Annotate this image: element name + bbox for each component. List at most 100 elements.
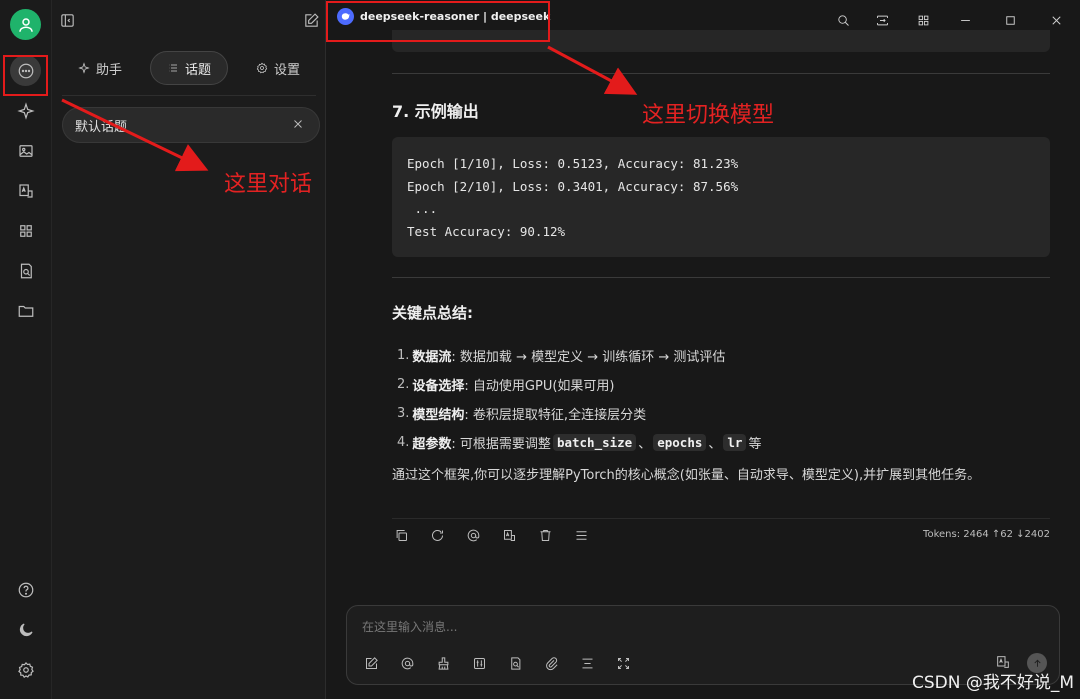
inline-code: epochs [653, 434, 707, 451]
layout-button[interactable] [871, 9, 893, 31]
sidebar-item-chat[interactable] [10, 55, 41, 86]
section-heading: 7. 示例输出 [392, 102, 479, 121]
search-button[interactable] [832, 9, 854, 31]
layout-icon [582, 658, 592, 668]
at-icon [467, 529, 479, 541]
tab-assistant[interactable]: 助手 [62, 51, 138, 85]
gear-icon [256, 62, 268, 74]
sidebar-item-translate[interactable] [10, 175, 41, 206]
new-topic-button[interactable] [300, 9, 322, 31]
help-icon [18, 582, 33, 597]
minimize-icon [960, 19, 970, 21]
tab-label: 设置 [273, 62, 300, 78]
token-count: Tokens: 2464 ↑62 ↓2402 [923, 529, 1050, 540]
regenerate-button[interactable] [428, 526, 446, 544]
app-window: 助手 话题 设置 默认话题 deepseek-reasoner | deepse… [0, 0, 1080, 699]
tab-topics[interactable]: 话题 [149, 51, 228, 85]
refresh-icon [431, 529, 443, 541]
arrow-up-icon [1033, 659, 1041, 667]
summary-list: 1. 数据流 : 数据加载 → 模型定义 → 训练循环 → 测试评估 2. 设备… [397, 341, 1047, 457]
topic-title: 默认话题 [75, 119, 128, 135]
user-avatar[interactable] [10, 9, 41, 40]
image-icon [18, 144, 33, 157]
knowledge-base-button[interactable] [506, 654, 524, 672]
maximize-button[interactable] [999, 9, 1021, 31]
search-icon [837, 14, 849, 26]
summary-heading: 关键点总结: [392, 304, 473, 322]
code-line: Epoch [2/10], Loss: 0.3401, Accuracy: 87… [407, 178, 739, 194]
translate-icon [503, 529, 515, 541]
divider [392, 518, 1050, 519]
sidebar-collapse-icon [60, 13, 74, 27]
sliders-icon [473, 657, 485, 669]
divider [392, 277, 1050, 278]
layout-icon [876, 15, 888, 25]
menu-icon [576, 530, 586, 540]
mention-button[interactable] [464, 526, 482, 544]
model-selector[interactable]: deepseek-reasoner | deepseek [337, 8, 550, 25]
sidebar-item-image[interactable] [10, 135, 41, 166]
doc-search-icon [510, 656, 520, 670]
topic-panel: 助手 话题 设置 默认话题 [52, 0, 326, 699]
tab-settings[interactable]: 设置 [240, 51, 316, 85]
delete-topic-button[interactable] [291, 117, 307, 133]
minimize-button[interactable] [954, 9, 976, 31]
close-window-button[interactable] [1045, 9, 1067, 31]
delete-button[interactable] [536, 526, 554, 544]
list-item: 1. 数据流 : 数据加载 → 模型定义 → 训练循环 → 测试评估 [397, 348, 726, 365]
code-line: Test Accuracy: 90.12% [407, 224, 566, 240]
help-button[interactable] [10, 574, 41, 605]
clear-context-button[interactable] [434, 654, 452, 672]
sidebar-item-apps[interactable] [10, 215, 41, 246]
watermark: CSDN @我不好说_M [911, 673, 1074, 693]
expand-icon [617, 657, 629, 669]
list-item: 4. 超参数 : 可根据需要调整 batch_size 、 epochs 、 l… [397, 434, 762, 452]
trash-icon [540, 529, 550, 541]
fullscreen-button[interactable] [614, 654, 632, 672]
divider [62, 95, 316, 96]
list-item: 2. 设备选择 : 自动使用GPU(如果可用) [397, 377, 615, 394]
settings-button[interactable] [10, 654, 41, 685]
attach-button[interactable] [542, 654, 560, 672]
grid-icon [918, 15, 928, 25]
broom-icon [438, 656, 448, 670]
copy-icon [396, 529, 407, 541]
message-input[interactable]: 在这里输入消息... [362, 618, 457, 635]
close-icon [294, 120, 302, 128]
at-icon [401, 657, 413, 669]
topic-item-default[interactable]: 默认话题 [62, 107, 320, 143]
sidebar-item-files[interactable] [10, 295, 41, 326]
inline-code: batch_size [552, 434, 637, 451]
sidebar-item-assistant[interactable] [10, 95, 41, 126]
mention-model-button[interactable] [398, 654, 416, 672]
user-icon [18, 17, 33, 32]
composer-toolbar [362, 654, 632, 672]
doc-search-icon [20, 263, 32, 278]
theme-toggle[interactable] [10, 614, 41, 645]
grid-button[interactable] [912, 9, 934, 31]
collapse-sidebar-button[interactable] [56, 9, 78, 31]
closing-paragraph: 通过这个框架,你可以逐步理解PyTorch的核心概念(如张量、自动求导、模型定义… [392, 468, 981, 483]
previous-code-block [392, 30, 1050, 52]
translate-icon [18, 183, 33, 198]
copy-button[interactable] [392, 526, 410, 544]
parameters-button[interactable] [470, 654, 488, 672]
moon-icon [19, 622, 33, 636]
code-block: Epoch [1/10], Loss: 0.5123, Accuracy: 81… [392, 137, 1050, 257]
list-icon [168, 64, 177, 72]
panel-tabs: 助手 话题 设置 [62, 51, 316, 85]
code-line: ... [407, 201, 438, 217]
more-button[interactable] [572, 526, 590, 544]
settings-icon [17, 661, 34, 678]
edit-icon [365, 656, 378, 669]
close-icon [1051, 15, 1061, 25]
sidebar-item-knowledge[interactable] [10, 255, 41, 286]
list-item: 3. 模型结构 : 卷积层提取特征,全连接层分类 [397, 406, 647, 423]
new-topic-button[interactable] [362, 654, 380, 672]
chat-icon [18, 63, 33, 78]
translate-button[interactable] [500, 526, 518, 544]
maximize-icon [1005, 15, 1015, 25]
inline-code: lr [723, 434, 747, 451]
folder-icon [18, 305, 33, 317]
expand-layout-button[interactable] [578, 654, 596, 672]
